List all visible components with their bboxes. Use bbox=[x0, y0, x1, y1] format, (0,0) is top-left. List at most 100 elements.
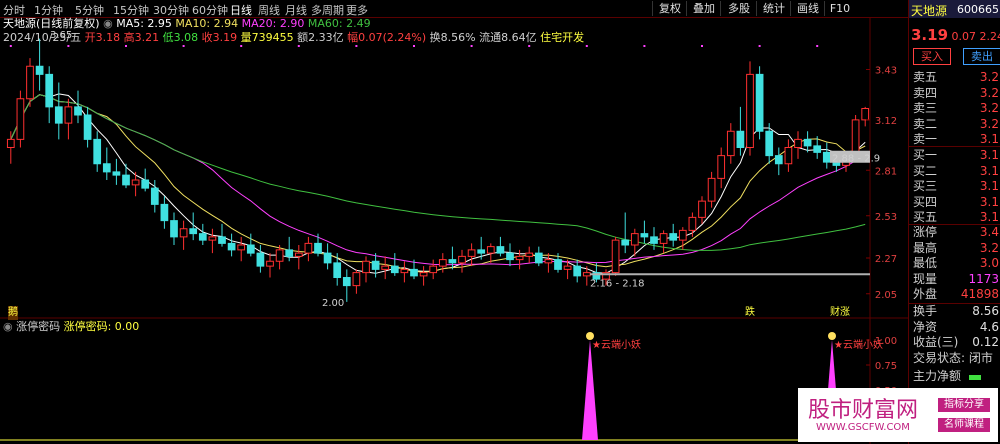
signal-dot bbox=[758, 45, 761, 47]
candle-body bbox=[102, 163, 111, 173]
buy-button[interactable]: 买入 bbox=[913, 48, 951, 65]
candle-body bbox=[83, 114, 92, 140]
candle-body bbox=[477, 249, 486, 254]
trade-status: 交易状态: 闭市 bbox=[913, 351, 993, 365]
quote-chg: 0.07 bbox=[951, 30, 977, 43]
sell-order-row: 卖二 3.2 bbox=[913, 116, 1000, 132]
candle-body bbox=[74, 106, 82, 116]
candle-body bbox=[45, 73, 54, 108]
candle-body bbox=[256, 252, 265, 267]
fund-stat-value: 8.56 bbox=[972, 304, 999, 318]
candle-body bbox=[813, 145, 822, 153]
signal-dot bbox=[470, 45, 473, 47]
candle-body bbox=[237, 244, 246, 251]
candle-body bbox=[64, 106, 73, 124]
main-flow: 主力净额 bbox=[913, 368, 1000, 384]
quote-panel: 天地源 600665 3.19 0.07 2.24 买入 卖出 卖五 3.2 卖四 3… bbox=[908, 0, 1000, 444]
price-annotation: 2.16 - 2.18 bbox=[590, 278, 645, 289]
watermark-url: WWW.GSCFW.COM bbox=[816, 422, 910, 433]
kline-chart[interactable]: 2.052.272.532.813.123.43 0.250.500.751.0… bbox=[0, 0, 908, 444]
candle-body bbox=[400, 268, 409, 274]
marker-right2: 财涨 bbox=[830, 307, 850, 318]
candle-body bbox=[304, 242, 313, 254]
candle-body bbox=[822, 151, 831, 163]
candle-body bbox=[131, 179, 140, 186]
candle-body bbox=[554, 259, 562, 270]
candle-body bbox=[419, 272, 428, 277]
candle-body bbox=[333, 262, 342, 278]
sell-order-row: 卖四 3.2 bbox=[913, 85, 1000, 101]
candle-body bbox=[544, 259, 553, 264]
chart-grid bbox=[0, 17, 908, 444]
candle-body bbox=[698, 200, 706, 218]
candle-body bbox=[208, 236, 217, 241]
stat-value: 3.2 bbox=[979, 240, 999, 255]
sell-order-label: 卖三 bbox=[913, 101, 938, 115]
candle-body bbox=[563, 265, 572, 270]
sell-order-value: 3.2 bbox=[979, 85, 999, 100]
candle-body bbox=[448, 259, 457, 264]
stat-value: 41898 bbox=[960, 287, 999, 301]
candle-body bbox=[314, 242, 322, 254]
stat-value: 3.4 bbox=[979, 225, 999, 239]
sell-button[interactable]: 卖出 bbox=[963, 48, 1000, 65]
signal-dot bbox=[240, 45, 243, 47]
sell-order-row: 卖五 3.2 bbox=[913, 69, 1000, 85]
watermark: 股市财富网 WWW.GSCFW.COM 指标分享 名师课程 bbox=[798, 388, 998, 442]
candle-body bbox=[294, 252, 303, 257]
buy-order-row: 买二 3.1 bbox=[913, 163, 1000, 179]
candle-body bbox=[611, 239, 620, 274]
signal-dot bbox=[182, 45, 185, 47]
buy-order-value: 3.1 bbox=[979, 179, 999, 193]
sell-order-label: 卖二 bbox=[913, 116, 938, 131]
ma-line-ma60 bbox=[10, 94, 866, 251]
quote-code: 600665 bbox=[957, 3, 999, 16]
indicator-settings-icon[interactable]: ◉ bbox=[3, 320, 13, 333]
candle-body bbox=[774, 155, 783, 165]
stat-label: 涨停 bbox=[913, 225, 938, 239]
candle-body bbox=[765, 130, 774, 157]
candle-body bbox=[170, 220, 178, 238]
stock-chart-window: 分时 1分钟 5分钟 15分钟 30分钟 60分钟 日线 周线 月线 多周期 更… bbox=[0, 0, 1000, 444]
candle-body bbox=[707, 177, 716, 202]
candle-body bbox=[573, 265, 582, 277]
candle-body bbox=[218, 236, 226, 244]
y-tick-label: 2.05 bbox=[875, 290, 897, 301]
candle-body bbox=[621, 239, 630, 246]
y-tick-label: 3.12 bbox=[875, 116, 897, 127]
signal-dot bbox=[528, 45, 531, 47]
y-tick-label: 2.53 bbox=[875, 212, 897, 223]
candle-body bbox=[323, 252, 332, 264]
quote-pct: 2.24 bbox=[979, 30, 1000, 43]
buy-order-label: 买五 bbox=[913, 210, 938, 224]
candle-body bbox=[266, 260, 274, 267]
signal-dot bbox=[297, 45, 300, 47]
sell-order-value: 3.2 bbox=[979, 101, 999, 115]
buy-order-row: 买三 3.1 bbox=[913, 178, 1000, 194]
annotations: 3.65 2.00 2.16 - 2.18 2.88 - 2.9 bbox=[50, 30, 880, 309]
buy-order-value: 3.1 bbox=[979, 210, 999, 224]
buy-order-row: 买四 3.1 bbox=[913, 194, 1000, 210]
candle-body bbox=[803, 138, 812, 147]
candle-body bbox=[736, 130, 745, 148]
marker-left: 鹅 bbox=[8, 306, 18, 320]
fund-stat-row: 收益(三) 0.12 bbox=[913, 334, 1000, 350]
candle-body bbox=[160, 203, 169, 222]
candle-body bbox=[189, 228, 198, 235]
stat-label: 最低 bbox=[913, 256, 938, 270]
candle-body bbox=[227, 242, 236, 251]
candle-body bbox=[246, 244, 255, 254]
watermark-title: 股市财富网 bbox=[808, 398, 919, 423]
candle-body bbox=[381, 265, 390, 270]
buy-order-label: 买二 bbox=[913, 163, 938, 178]
fund-stat-value: 0.12 bbox=[972, 335, 999, 349]
candle-body bbox=[93, 138, 102, 165]
candle-body bbox=[515, 255, 524, 261]
candle-body bbox=[198, 233, 207, 241]
signal-dot bbox=[355, 45, 358, 47]
indicator-name: 涨停密码 bbox=[16, 320, 61, 333]
candle-body bbox=[861, 108, 870, 121]
signal-dot bbox=[413, 45, 415, 47]
sell-order-label: 卖五 bbox=[913, 70, 938, 84]
candle-body bbox=[746, 73, 754, 148]
